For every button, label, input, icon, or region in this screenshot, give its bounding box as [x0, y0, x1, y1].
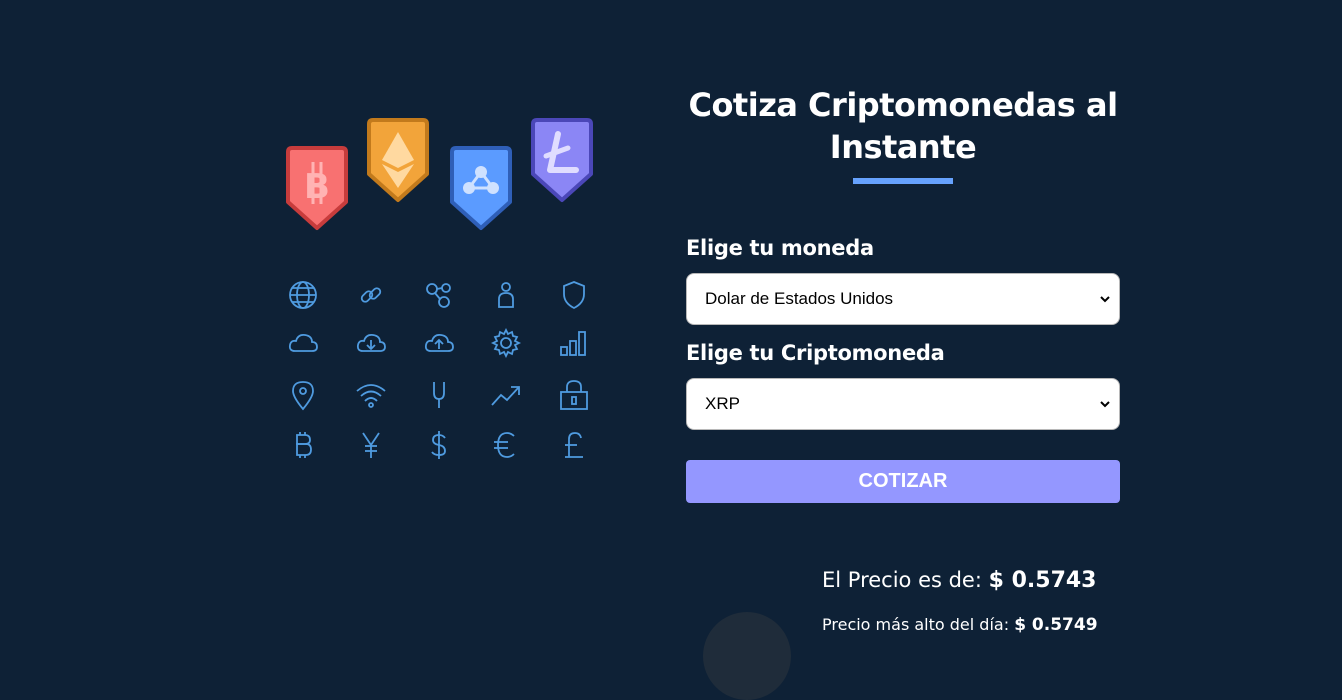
yen-icon	[354, 428, 388, 462]
crypto-select-value: XRP	[705, 394, 740, 413]
chevron-down-icon	[1100, 401, 1110, 408]
svg-text:B: B	[304, 167, 330, 207]
gear-icon	[489, 326, 523, 360]
trend-up-icon	[489, 378, 523, 412]
plug-icon	[422, 378, 456, 412]
ethereum-icon	[367, 118, 429, 202]
ripple-icon	[450, 146, 512, 230]
pound-icon	[557, 428, 591, 462]
chevron-down-icon	[1100, 296, 1110, 303]
quote-result: El Precio es de: $ 0.5743 Precio más alt…	[822, 564, 1242, 635]
cotizar-button[interactable]: COTIZAR	[686, 460, 1120, 503]
crypto-badges: B	[286, 118, 593, 230]
feature-icons-grid	[286, 278, 606, 476]
dollar-icon	[422, 428, 456, 462]
price-label: El Precio es de:	[822, 568, 982, 592]
litecoin-icon	[531, 118, 593, 202]
user-icon	[489, 278, 523, 312]
shield-icon	[557, 278, 591, 312]
bar-chart-icon	[557, 326, 591, 360]
loading-spinner	[703, 612, 791, 700]
crypto-select[interactable]: XRP	[686, 378, 1120, 430]
cloud-upload-icon	[422, 326, 456, 360]
high-price-label: Precio más alto del día:	[822, 615, 1010, 634]
cloud-download-icon	[354, 326, 388, 360]
price-line: El Precio es de: $ 0.5743	[822, 564, 1242, 597]
currency-select-value: Dolar de Estados Unidos	[705, 289, 894, 308]
bitcoin-symbol-icon	[286, 428, 320, 462]
price-value: $ 0.5743	[988, 568, 1097, 593]
currency-select[interactable]: Dolar de Estados Unidos	[686, 273, 1120, 325]
crypto-illustration: B	[278, 110, 608, 470]
quote-form-panel: Cotiza Criptomonedas al Instante Elige t…	[686, 84, 1120, 503]
high-price-value: $ 0.5749	[1014, 615, 1098, 635]
high-price-line: Precio más alto del día: $ 0.5749	[822, 615, 1242, 635]
link-icon	[354, 278, 388, 312]
wifi-icon	[354, 378, 388, 412]
globe-icon	[286, 278, 320, 312]
lock-icon	[557, 378, 591, 412]
bitcoin-icon: B	[286, 146, 348, 230]
title-underline	[853, 178, 953, 184]
location-pin-icon	[286, 378, 320, 412]
euro-icon	[489, 428, 523, 462]
page-title: Cotiza Criptomonedas al Instante	[688, 86, 1118, 166]
currency-label: Elige tu moneda	[686, 236, 874, 260]
nodes-icon	[422, 278, 456, 312]
cloud-icon	[286, 326, 320, 360]
crypto-label: Elige tu Criptomoneda	[686, 341, 945, 365]
